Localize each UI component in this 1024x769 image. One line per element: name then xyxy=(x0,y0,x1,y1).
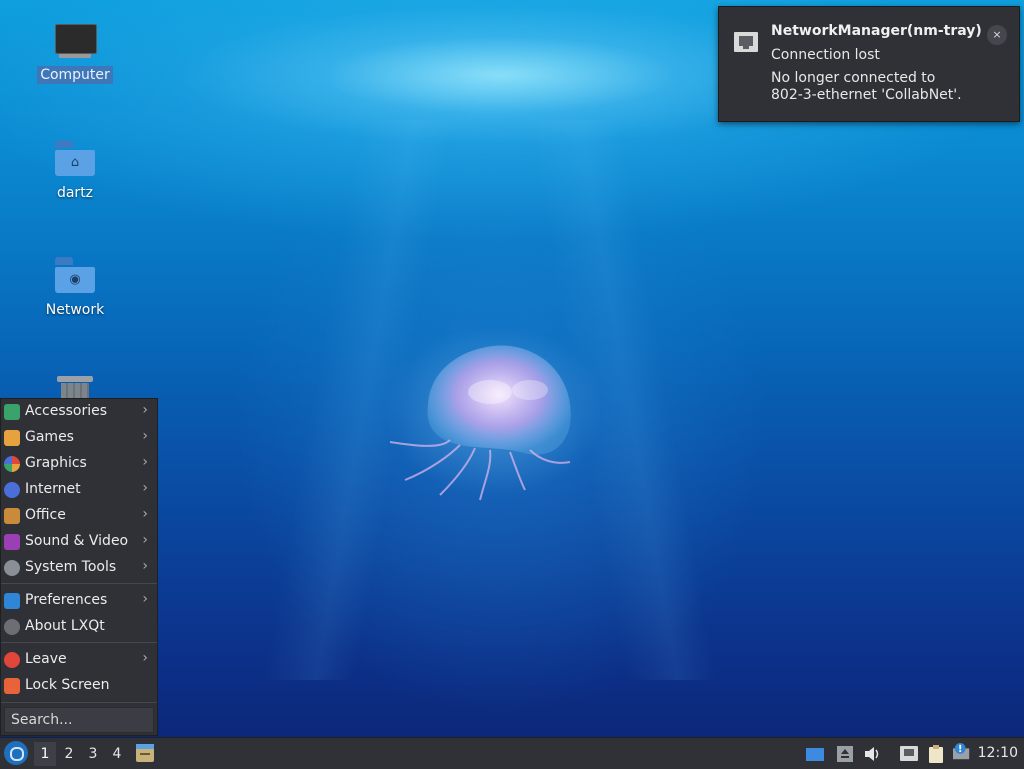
graphics-icon xyxy=(4,456,20,472)
notification-close-button[interactable]: × xyxy=(987,25,1007,45)
application-menu: Accessories › Games › Graphics › Interne… xyxy=(0,398,158,736)
menu-item-preferences[interactable]: Preferences › xyxy=(1,588,157,614)
workspace-1-button[interactable]: 1 xyxy=(34,742,56,766)
notification-popup[interactable]: NetworkManager(nm-tray) Connection lost … xyxy=(718,6,1020,122)
submenu-arrow-icon: › xyxy=(142,650,148,666)
menu-item-office[interactable]: Office › xyxy=(1,503,157,529)
start-menu-button[interactable] xyxy=(4,741,28,765)
workspace-4-button[interactable]: 4 xyxy=(106,742,128,766)
menu-item-label: Leave xyxy=(25,651,67,667)
games-icon xyxy=(4,430,20,446)
menu-separator xyxy=(1,642,157,643)
menu-separator xyxy=(1,702,157,703)
desktop-icon-network[interactable]: ◉ Network xyxy=(30,257,120,319)
menu-item-label: About LXQt xyxy=(25,618,105,634)
power-icon xyxy=(4,652,20,668)
menu-item-label: Accessories xyxy=(25,403,108,419)
desktop-icon-label: Network xyxy=(45,302,105,318)
desktop-icon-computer[interactable]: Computer xyxy=(30,22,120,84)
menu-item-sound-video[interactable]: Sound & Video › xyxy=(1,529,157,555)
menu-search-input[interactable] xyxy=(4,707,154,733)
menu-item-label: Internet xyxy=(25,481,81,497)
lock-icon xyxy=(4,678,20,694)
submenu-arrow-icon: › xyxy=(142,454,148,470)
update-notifier-icon[interactable] xyxy=(953,743,971,761)
system-tools-icon xyxy=(4,560,20,576)
office-icon xyxy=(4,508,20,524)
submenu-arrow-icon: › xyxy=(142,532,148,548)
internet-icon xyxy=(4,482,20,498)
menu-item-internet[interactable]: Internet › xyxy=(1,477,157,503)
notification-title: NetworkManager(nm-tray) xyxy=(771,23,982,39)
computer-icon xyxy=(53,22,97,62)
menu-item-leave[interactable]: Leave › xyxy=(1,647,157,673)
submenu-arrow-icon: › xyxy=(142,506,148,522)
menu-item-label: Preferences xyxy=(25,592,108,608)
workspace-3-button[interactable]: 3 xyxy=(82,742,104,766)
menu-separator xyxy=(1,583,157,584)
volume-icon[interactable] xyxy=(863,745,881,763)
desktop-icon-label: dartz xyxy=(56,185,94,201)
clock[interactable]: 12:10 xyxy=(978,745,1018,761)
submenu-arrow-icon: › xyxy=(142,591,148,607)
clipboard-icon[interactable] xyxy=(927,745,945,763)
show-desktop-icon[interactable] xyxy=(806,745,824,763)
notification-body: No longer connected to 802-3-ethernet 'C… xyxy=(771,70,962,103)
ethernet-icon xyxy=(734,32,758,52)
sound-video-icon xyxy=(4,534,20,550)
submenu-arrow-icon: › xyxy=(142,558,148,574)
desktop-icon-label: Computer xyxy=(37,66,113,84)
desktop-icon-home[interactable]: ⌂ dartz xyxy=(30,140,120,202)
submenu-arrow-icon: › xyxy=(142,428,148,444)
menu-item-label: Games xyxy=(25,429,74,445)
menu-item-games[interactable]: Games › xyxy=(1,425,157,451)
taskbar: 1 2 3 4 12:10 xyxy=(0,737,1024,769)
menu-item-label: Sound & Video xyxy=(25,533,129,549)
menu-item-system-tools[interactable]: System Tools › xyxy=(1,555,157,581)
network-folder-icon: ◉ xyxy=(53,257,97,297)
light-rays xyxy=(230,120,790,680)
menu-item-label: Lock Screen xyxy=(25,677,110,693)
removable-media-icon[interactable] xyxy=(836,745,854,763)
menu-item-lock-screen[interactable]: Lock Screen xyxy=(1,673,157,699)
accessories-icon xyxy=(4,404,20,420)
menu-item-about-lxqt[interactable]: About LXQt xyxy=(1,614,157,640)
menu-item-graphics[interactable]: Graphics › xyxy=(1,451,157,477)
submenu-arrow-icon: › xyxy=(142,480,148,496)
notification-summary: Connection lost xyxy=(771,47,880,63)
menu-item-label: System Tools xyxy=(25,559,117,575)
info-icon xyxy=(4,619,20,635)
menu-item-accessories[interactable]: Accessories › xyxy=(1,399,157,425)
menu-item-label: Graphics xyxy=(25,455,87,471)
jellyfish-image xyxy=(385,330,600,501)
network-tray-icon[interactable] xyxy=(900,745,918,763)
workspace-2-button[interactable]: 2 xyxy=(58,742,80,766)
preferences-icon xyxy=(4,593,20,609)
home-folder-icon: ⌂ xyxy=(53,140,97,180)
menu-item-label: Office xyxy=(25,507,66,523)
file-manager-icon[interactable] xyxy=(135,742,155,764)
submenu-arrow-icon: › xyxy=(142,402,148,418)
